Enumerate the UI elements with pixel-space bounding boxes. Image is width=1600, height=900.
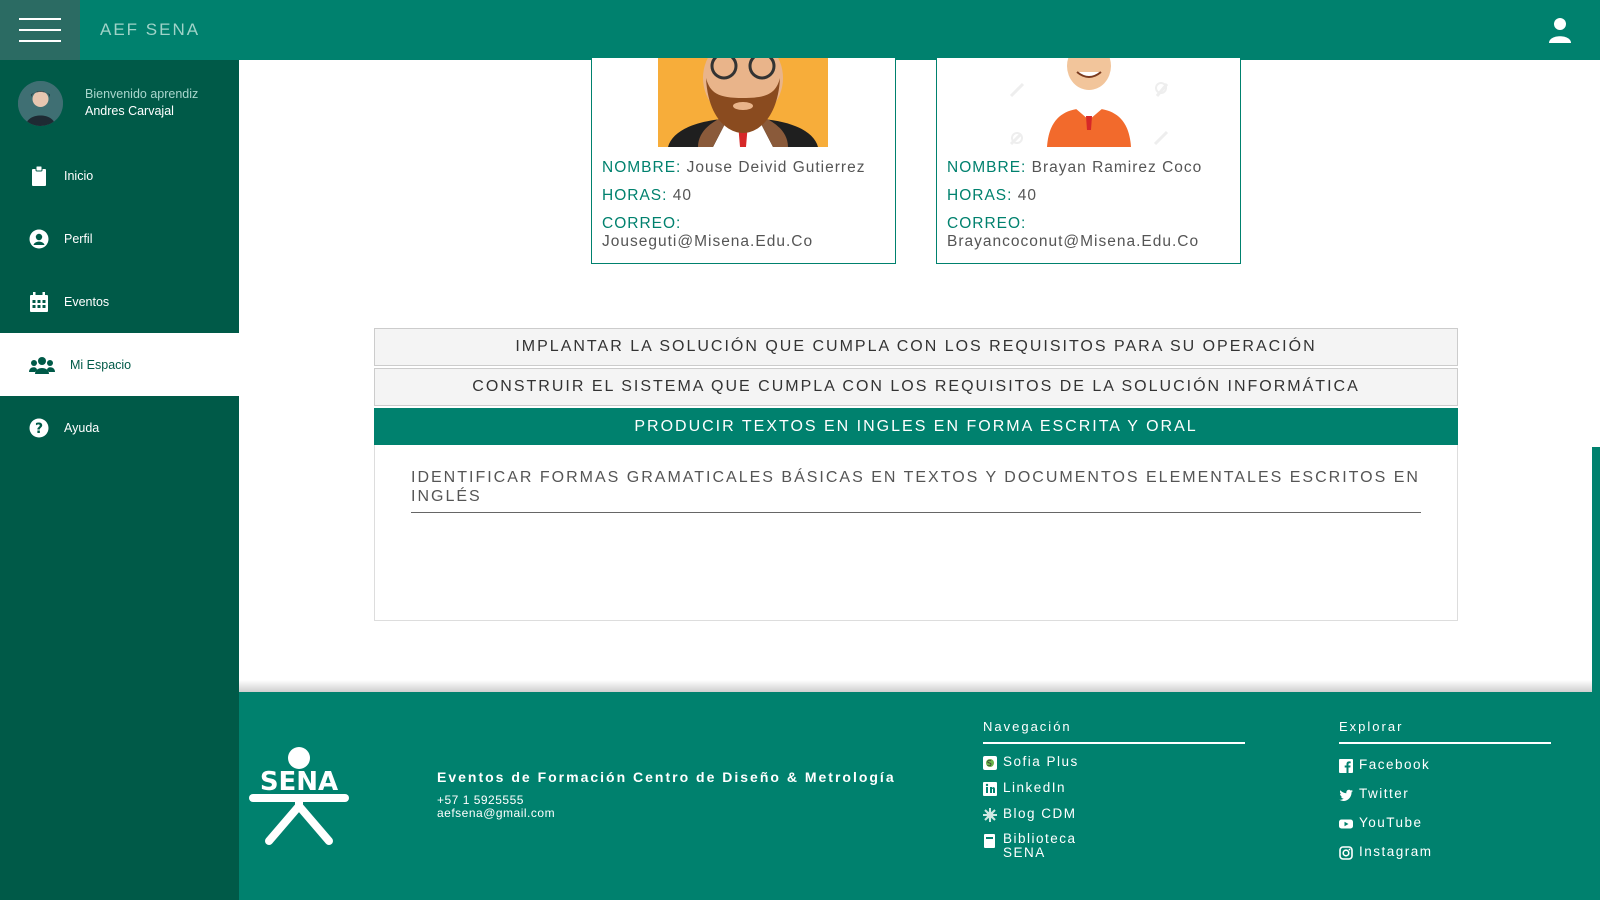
accordion-header[interactable]: IMPLANTAR LA SOLUCIÓN QUE CUMPLA CON LOS…	[374, 328, 1458, 366]
sidebar-item-inicio[interactable]: Inicio	[0, 144, 239, 207]
footer: SENA Eventos de Formación Centro de Dise…	[239, 692, 1600, 900]
footer-link-label: Facebook	[1359, 757, 1431, 772]
sidebar-nav: Inicio Perfil Eventos Mi Espacio ? Ayuda	[0, 144, 239, 459]
footer-title: Eventos de Formación Centro de Diseño & …	[437, 769, 896, 785]
sidebar-item-label: Mi Espacio	[70, 357, 132, 372]
accordion-body: IDENTIFICAR FORMAS GRAMATICALES BÁSICAS …	[374, 445, 1458, 621]
name-label: NOMBRE:	[602, 159, 682, 176]
instructor-name-row: NOMBRE: Brayan Ramirez Coco	[947, 159, 1202, 177]
accordion-header[interactable]: CONSTRUIR EL SISTEMA QUE CUMPLA CON LOS …	[374, 368, 1458, 406]
user-circle-icon	[29, 229, 49, 249]
instructor-hours: 40	[672, 187, 692, 204]
instructor-email: Brayancoconut@Misena.Edu.Co	[947, 233, 1200, 250]
instructor-email-row: CORREO: Jouseguti@Misena.Edu.Co	[602, 215, 813, 251]
accordion-header-active[interactable]: PRODUCIR TEXTOS EN INGLES EN FORMA ESCRI…	[374, 408, 1458, 446]
youtube-icon	[1339, 819, 1353, 829]
app-title: AEF SENA	[100, 20, 201, 39]
footer-nav-title: Navegación	[983, 719, 1245, 744]
footer-navigation: Navegación S Sofia Plus LinkedIn Blog CD…	[983, 719, 1245, 860]
hours-label: HORAS:	[947, 187, 1013, 204]
footer-explore: Explorar Facebook Twitter YouTube Instag…	[1339, 719, 1551, 860]
linkedin-icon	[983, 782, 997, 796]
sidebar-item-mi-espacio[interactable]: Mi Espacio	[0, 333, 239, 396]
instagram-icon	[1339, 846, 1353, 860]
facebook-icon	[1339, 759, 1353, 773]
footer-link-label: Sofia Plus	[1003, 754, 1079, 769]
sidebar: Bienvenido aprendiz Andres Carvajal Inic…	[0, 60, 239, 900]
sidebar-item-label: Ayuda	[64, 420, 100, 435]
instructor-name-row: NOMBRE: Jouse Deivid Gutierrez	[602, 159, 865, 177]
twitter-icon	[1339, 789, 1353, 802]
sidebar-item-perfil[interactable]: Perfil	[0, 207, 239, 270]
users-icon	[29, 355, 55, 375]
footer-link-label: Blog CDM	[1003, 806, 1077, 821]
welcome-label: Bienvenido aprendiz	[85, 87, 199, 101]
instructor-hours: 40	[1017, 187, 1037, 204]
footer-link-biblioteca[interactable]: Biblioteca SENA	[983, 832, 1245, 860]
sofia-plus-icon: S	[983, 756, 997, 770]
footer-explore-title: Explorar	[1339, 719, 1551, 744]
sidebar-item-label: Perfil	[64, 231, 93, 246]
footer-link-label: Instagram	[1359, 844, 1433, 859]
sidebar-item-label: Inicio	[64, 168, 94, 183]
svg-text:?: ?	[35, 421, 43, 437]
calendar-icon	[29, 291, 49, 312]
instructor-email: Jouseguti@Misena.Edu.Co	[602, 233, 814, 250]
footer-link-label: LinkedIn	[1003, 780, 1067, 795]
user-name: Andres Carvajal	[85, 104, 174, 118]
competency-item[interactable]: IDENTIFICAR FORMAS GRAMATICALES BÁSICAS …	[411, 468, 1421, 513]
svg-text:SENA: SENA	[260, 767, 338, 797]
footer-link-label: Twitter	[1359, 786, 1410, 801]
sidebar-item-ayuda[interactable]: ? Ayuda	[0, 396, 239, 459]
footer-divider	[239, 680, 1600, 692]
instructor-name: Jouse Deivid Gutierrez	[686, 159, 866, 176]
footer-email: aefsena@gmail.com	[437, 806, 556, 820]
footer-contact: +57 1 5925555 aefsena@gmail.com	[437, 794, 555, 820]
sidebar-item-eventos[interactable]: Eventos	[0, 270, 239, 333]
instructor-name: Brayan Ramirez Coco	[1031, 159, 1203, 176]
footer-link-youtube[interactable]: YouTube	[1339, 815, 1551, 831]
footer-link-label: YouTube	[1359, 815, 1423, 830]
book-icon	[984, 834, 995, 848]
instructor-hours-row: HORAS: 40	[602, 187, 692, 205]
footer-link-facebook[interactable]: Facebook	[1339, 757, 1551, 773]
footer-link-sofia-plus[interactable]: S Sofia Plus	[983, 754, 1245, 770]
instructor-card: NOMBRE: Brayan Ramirez Coco HORAS: 40 CO…	[936, 58, 1241, 264]
sena-logo: SENA	[249, 747, 349, 845]
instructor-photo	[1009, 58, 1169, 147]
hours-label: HORAS:	[602, 187, 668, 204]
top-bar: AEF SENA	[0, 0, 1600, 60]
email-label: CORREO:	[947, 215, 1027, 232]
footer-link-instagram[interactable]: Instagram	[1339, 844, 1551, 860]
email-label: CORREO:	[602, 215, 682, 232]
instructor-hours-row: HORAS: 40	[947, 187, 1037, 205]
sidebar-item-label: Eventos	[64, 294, 110, 309]
main-content: NOMBRE: Jouse Deivid Gutierrez HORAS: 40…	[239, 58, 1600, 690]
help-circle-icon: ?	[29, 418, 49, 438]
hamburger-menu-icon[interactable]	[0, 0, 80, 60]
scrollbar[interactable]	[1592, 447, 1600, 900]
avatar	[18, 80, 63, 126]
footer-link-twitter[interactable]: Twitter	[1339, 786, 1551, 802]
instructor-email-row: CORREO: Brayancoconut@Misena.Edu.Co	[947, 215, 1199, 251]
clipboard-icon	[29, 165, 49, 186]
instructor-photo	[658, 58, 828, 147]
welcome-block: Bienvenido aprendiz Andres Carvajal	[18, 80, 198, 126]
user-icon[interactable]	[1548, 17, 1572, 43]
name-label: NOMBRE:	[947, 159, 1027, 176]
svg-text:S: S	[987, 759, 994, 768]
footer-link-label: Biblioteca SENA	[1003, 831, 1077, 860]
footer-link-blog-cdm[interactable]: Blog CDM	[983, 806, 1245, 822]
footer-link-linkedin[interactable]: LinkedIn	[983, 780, 1245, 796]
instructor-card: NOMBRE: Jouse Deivid Gutierrez HORAS: 40…	[591, 58, 896, 264]
blog-gear-icon	[983, 808, 997, 822]
